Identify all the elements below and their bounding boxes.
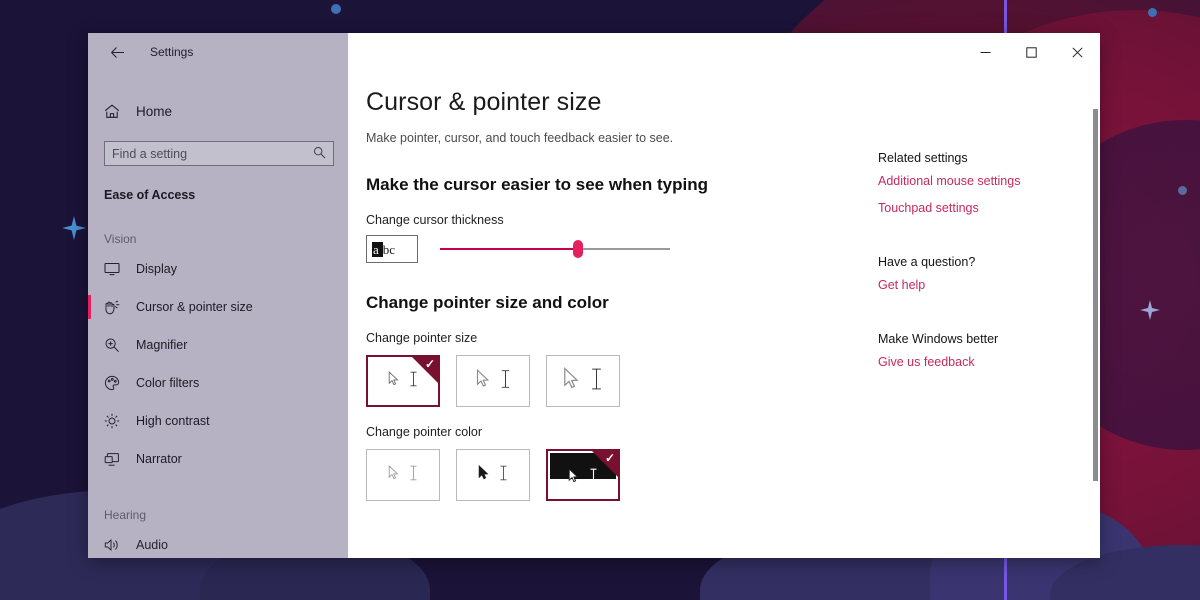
search-input[interactable]: [112, 146, 313, 161]
label-pointer-size: Change pointer size: [366, 331, 478, 345]
slider-track-filled: [440, 248, 578, 250]
navigation-pane: Settings Home Find a setting Ease of Acc…: [88, 33, 348, 558]
palette-icon: [104, 375, 130, 391]
content-pane: Cursor & pointer size Make pointer, curs…: [348, 33, 1100, 558]
sidebar-item-label: Cursor & pointer size: [136, 300, 253, 314]
sidebar-item-label: Audio: [136, 538, 168, 552]
section-heading-typing: Make the cursor easier to see when typin…: [366, 175, 709, 194]
sidebar-item-narrator[interactable]: Narrator: [88, 440, 348, 478]
wallpaper-vertical-line: [1004, 556, 1007, 600]
ibeam-icon: [409, 371, 418, 392]
pointer-color-option-inverted[interactable]: ✓: [546, 449, 620, 501]
cursor-thickness-slider[interactable]: [440, 239, 670, 259]
slider-track-remaining: [578, 248, 670, 250]
sidebar-item-label: Narrator: [136, 452, 182, 466]
preview-char-a: a: [372, 241, 379, 257]
page-title: Cursor & pointer size: [366, 88, 602, 116]
pointer-arrow-icon: [478, 464, 490, 486]
link-get-help[interactable]: Get help: [878, 278, 1098, 292]
window-controls: [962, 33, 1100, 71]
pointer-arrow-icon: [568, 467, 580, 489]
speaker-icon: [104, 538, 130, 552]
sun-icon: [104, 413, 130, 429]
cursor-hand-icon: [104, 300, 130, 315]
label-cursor-thickness: Change cursor thickness: [366, 213, 504, 227]
sidebar-item-label: Display: [136, 262, 177, 276]
home-icon: [104, 104, 130, 119]
pointer-size-option-medium[interactable]: [456, 355, 530, 407]
settings-window: Settings Home Find a setting Ease of Acc…: [88, 33, 1100, 558]
ibeam-icon: [409, 465, 418, 486]
wallpaper-sparkle-icon: [62, 216, 86, 240]
check-icon: ✓: [424, 357, 435, 371]
sidebar-item-color-filters[interactable]: Color filters: [88, 364, 348, 402]
sidebar-item-audio[interactable]: Audio: [88, 526, 348, 558]
link-additional-mouse-settings[interactable]: Additional mouse settings: [878, 174, 1098, 188]
search-box[interactable]: [104, 141, 334, 166]
sidebar-item-label: Home: [136, 103, 173, 119]
sidebar-item-home[interactable]: Home: [88, 93, 348, 129]
ibeam-icon: [500, 369, 511, 394]
sidebar-item-cursor-pointer-size[interactable]: Cursor & pointer size: [88, 288, 348, 326]
link-give-us-feedback[interactable]: Give us feedback: [878, 355, 1098, 369]
narrator-screen-icon: [104, 452, 130, 467]
page-subtitle: Make pointer, cursor, and touch feedback…: [366, 131, 674, 145]
maximize-button[interactable]: [1008, 33, 1054, 71]
sidebar-item-label: Magnifier: [136, 338, 188, 352]
section-heading-pointer: Change pointer size and color: [366, 293, 609, 312]
settings-main-column: Cursor & pointer size Make pointer, curs…: [348, 33, 868, 558]
have-a-question-heading: Have a question?: [878, 255, 976, 269]
wallpaper-dot: [331, 4, 341, 14]
pointer-size-option-large[interactable]: [546, 355, 620, 407]
window-titlebar-left: Settings: [88, 33, 348, 71]
content-scrollbar[interactable]: [1093, 109, 1098, 481]
make-windows-better-heading: Make Windows better: [878, 332, 999, 346]
pointer-arrow-icon: [476, 368, 491, 394]
cursor-thickness-row: a bc: [366, 235, 868, 263]
sidebar-item-label: Color filters: [136, 376, 200, 390]
sidebar-item-label: High contrast: [136, 414, 210, 428]
related-settings-column: Related settings Additional mouse settin…: [868, 33, 1098, 558]
related-settings-heading: Related settings: [878, 151, 968, 165]
wallpaper-dot: [1178, 186, 1187, 195]
search-icon: [313, 146, 326, 162]
slider-thumb[interactable]: [573, 240, 583, 258]
pointer-arrow-icon: [388, 464, 400, 486]
sidebar-item-display[interactable]: Display: [88, 250, 348, 288]
pointer-arrow-icon: [563, 366, 581, 396]
pointer-color-option-black[interactable]: [456, 449, 530, 501]
label-pointer-color: Change pointer color: [366, 425, 483, 439]
window-title: Settings: [150, 45, 194, 59]
pointer-arrow-icon: [388, 370, 400, 392]
preview-char-bc: bc: [382, 241, 396, 257]
nav-group-label-hearing: Hearing: [104, 508, 147, 522]
minimize-button[interactable]: [962, 33, 1008, 71]
ibeam-icon: [590, 367, 603, 396]
nav-group-label-vision: Vision: [104, 232, 137, 246]
cursor-thickness-preview: a bc: [366, 235, 418, 263]
sidebar-item-magnifier[interactable]: Magnifier: [88, 326, 348, 364]
check-icon: ✓: [604, 451, 615, 465]
magnifier-icon: [104, 337, 130, 353]
pointer-size-options: ✓: [366, 355, 868, 407]
close-button[interactable]: [1054, 33, 1100, 71]
pointer-color-options: ✓: [366, 449, 868, 501]
ibeam-icon: [499, 465, 508, 486]
back-arrow-icon[interactable]: [102, 39, 132, 65]
monitor-icon: [104, 262, 130, 276]
nav-category-title: Ease of Access: [104, 188, 196, 202]
desktop-wallpaper: Settings Home Find a setting Ease of Acc…: [0, 0, 1200, 600]
pointer-size-option-small[interactable]: ✓: [366, 355, 440, 407]
wallpaper-dot: [1148, 8, 1157, 17]
sidebar-item-high-contrast[interactable]: High contrast: [88, 402, 348, 440]
pointer-color-option-white[interactable]: [366, 449, 440, 501]
link-touchpad-settings[interactable]: Touchpad settings: [878, 201, 1098, 215]
ibeam-icon: [589, 468, 598, 489]
